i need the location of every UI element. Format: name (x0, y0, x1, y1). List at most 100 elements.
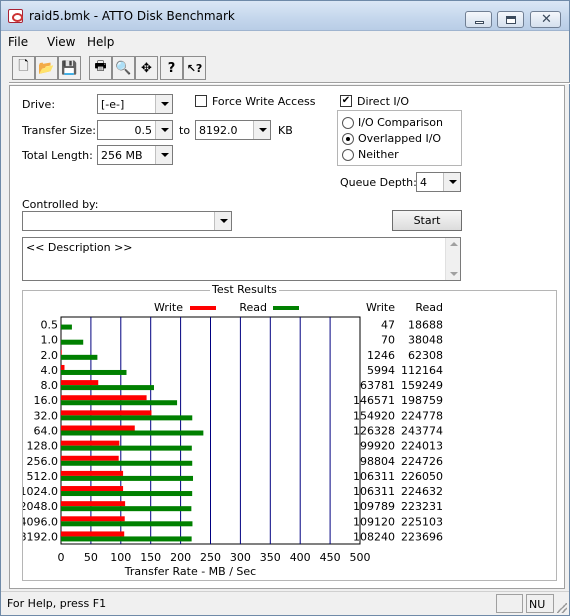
x-tick-label: 350 (260, 551, 281, 564)
read-bar (61, 354, 98, 360)
x-tick-label: 450 (320, 551, 341, 564)
read-value: 226050 (401, 470, 443, 483)
description-scrollbar[interactable] (445, 238, 460, 280)
app-icon (8, 9, 23, 23)
write-value: 47 (381, 319, 395, 332)
force-write-checkbox[interactable] (195, 95, 207, 107)
test-results-group: Test Results Write Read Write Read 0 50 100 150… (22, 283, 557, 581)
write-value: 106311 (353, 485, 395, 498)
context-help-button[interactable]: ↖? (183, 56, 206, 80)
x-tick-label: 250 (200, 551, 221, 564)
drive-select[interactable]: [-e-] (97, 94, 173, 114)
y-tick-label: 128.0 (27, 440, 59, 453)
write-value: 109789 (353, 500, 395, 513)
write-bar (61, 425, 135, 431)
read-bar (61, 324, 72, 330)
resize-grip[interactable] (557, 603, 567, 613)
toolbar: 🗋 📂 💾 🖶 🔍 ✥ ? ↖? (9, 56, 570, 84)
minimize-button[interactable] (465, 11, 492, 28)
menu-help[interactable]: Help (87, 35, 114, 49)
write-value: 70 (381, 334, 395, 347)
scroll-down-icon[interactable] (450, 272, 458, 276)
chevron-down-icon[interactable] (214, 212, 231, 230)
read-value: 112164 (401, 364, 443, 377)
read-value: 198759 (401, 394, 443, 407)
kb-label: KB (278, 124, 293, 137)
write-value: 109120 (353, 515, 395, 528)
x-tick-label: 400 (290, 551, 311, 564)
chevron-down-icon[interactable] (155, 146, 172, 164)
description-field[interactable]: << Description >> (22, 237, 461, 281)
y-tick-label: 8192.0 (23, 530, 58, 543)
start-button[interactable]: Start (392, 210, 462, 231)
overlapped-io-label: Overlapped I/O (358, 132, 442, 145)
read-bar (61, 339, 84, 345)
legend-read-swatch (273, 306, 299, 310)
transfer-to-select[interactable]: 8192.0 (195, 120, 271, 140)
title-bar[interactable]: raid5.bmk - ATTO Disk Benchmark ✕ (1, 1, 569, 31)
maximize-icon (506, 16, 516, 24)
y-tick-label: 512.0 (27, 470, 59, 483)
queue-depth-select[interactable]: 4 (416, 172, 461, 192)
read-value: 224013 (401, 440, 443, 453)
x-axis-label: Transfer Rate - MB / Sec (124, 565, 256, 578)
queue-depth-label: Queue Depth: (340, 176, 417, 189)
start-label: Start (413, 214, 441, 227)
write-value: 1246 (367, 349, 395, 362)
read-bar (61, 369, 127, 375)
read-bar (61, 445, 192, 451)
read-bar (61, 400, 178, 406)
x-tick-label: 300 (230, 551, 251, 564)
transfer-from-value: 0.5 (134, 124, 153, 137)
transfer-to-value: 8192.0 (199, 124, 238, 137)
overlapped-io-radio[interactable] (342, 133, 354, 145)
drive-label: Drive: (22, 98, 56, 111)
scroll-up-icon[interactable] (450, 242, 458, 246)
legend-read-label: Read (239, 301, 267, 314)
transfer-from-select[interactable]: 0.5 (97, 120, 173, 140)
print-button[interactable]: 🖶 (89, 56, 112, 80)
minimize-icon (475, 21, 484, 24)
neither-label: Neither (358, 148, 399, 161)
maximize-button[interactable] (497, 11, 524, 28)
save-icon: 💾 (61, 60, 78, 76)
context-help-icon: ↖? (186, 61, 203, 75)
status-bar: For Help, press F1 NU (1, 591, 569, 615)
menu-file[interactable]: File (8, 35, 28, 49)
write-bar (61, 395, 147, 401)
new-button[interactable]: 🗋 (12, 56, 35, 80)
controlled-by-select[interactable] (22, 211, 232, 231)
write-bar (61, 455, 119, 461)
print-preview-button[interactable]: 🔍 (112, 56, 135, 80)
direct-io-checkbox[interactable]: ✔ (340, 95, 352, 107)
num-lock-indicator: NU (526, 594, 554, 613)
io-comparison-label: I/O Comparison (358, 116, 443, 129)
y-tick-label: 32.0 (34, 409, 59, 422)
to-label: to (179, 124, 191, 137)
chevron-down-icon[interactable] (443, 173, 460, 191)
write-value: 63781 (360, 379, 395, 392)
direct-io-label: Direct I/O (357, 95, 410, 108)
close-icon: ✕ (541, 12, 552, 27)
toolbar-separator (9, 82, 570, 84)
io-comparison-radio[interactable] (342, 117, 354, 129)
help-button[interactable]: ? (160, 56, 183, 80)
chevron-down-icon[interactable] (253, 121, 270, 139)
close-button[interactable]: ✕ (530, 11, 561, 28)
move-button[interactable]: ✥ (135, 56, 158, 80)
neither-radio[interactable] (342, 149, 354, 161)
open-button[interactable]: 📂 (35, 56, 58, 80)
write-bar (61, 440, 120, 446)
menu-view[interactable]: View (47, 35, 75, 49)
legend-write-label: Write (154, 301, 183, 314)
read-value: 38048 (408, 334, 443, 347)
chevron-down-icon[interactable] (155, 121, 172, 139)
total-length-value: 256 MB (101, 149, 143, 162)
read-bar (61, 475, 194, 481)
save-button[interactable]: 💾 (58, 56, 81, 80)
chevron-down-icon[interactable] (155, 95, 172, 113)
x-tick-label: 0 (58, 551, 65, 564)
write-bar (61, 380, 99, 386)
read-column-header: Read (415, 301, 443, 314)
total-length-select[interactable]: 256 MB (97, 145, 173, 165)
